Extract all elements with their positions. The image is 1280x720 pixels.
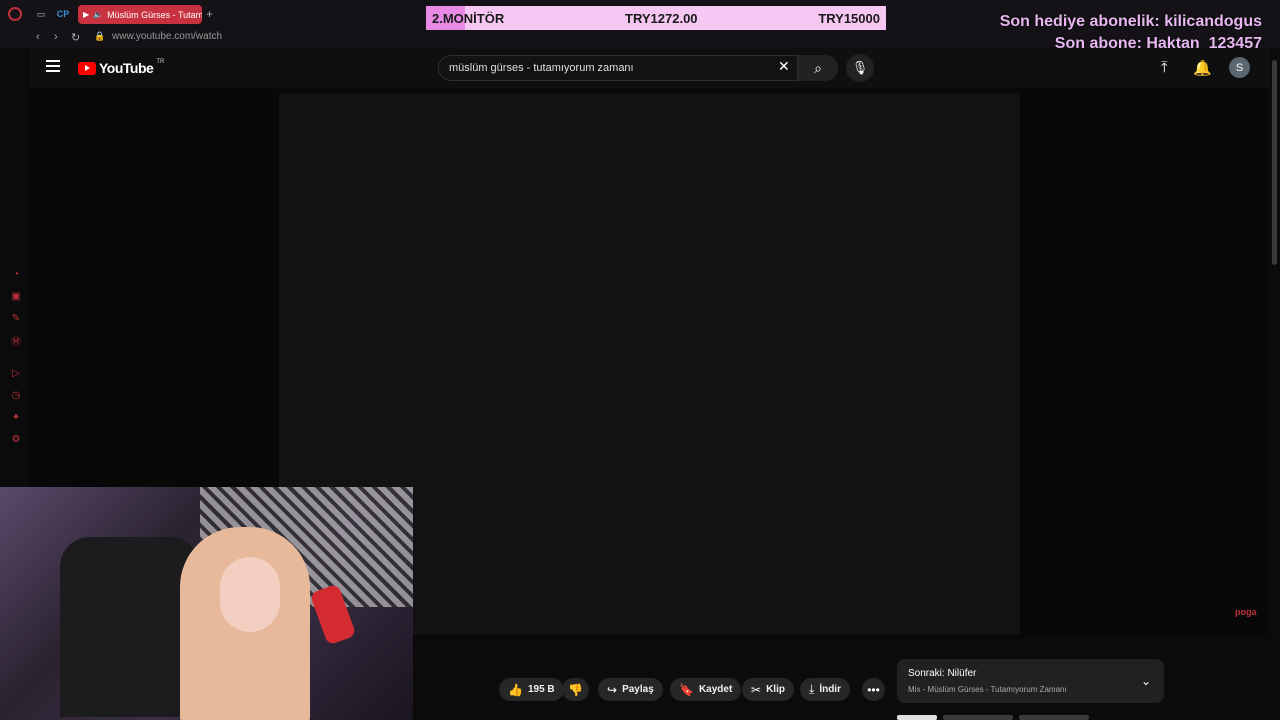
messenger-icon[interactable]: ◔ xyxy=(10,268,22,280)
streamer-face xyxy=(220,557,280,632)
country-code: TR xyxy=(156,59,165,65)
notifications-bell-icon[interactable]: 🔔 xyxy=(1193,59,1212,77)
url-field[interactable]: www.youtube.com/watch xyxy=(112,31,222,42)
thumbs-down-icon: 👎 xyxy=(568,682,583,697)
chip[interactable] xyxy=(1019,715,1089,720)
youtube-play-icon xyxy=(78,61,96,75)
youtube-wordmark: YouTube xyxy=(99,60,154,76)
goal-target-top: TRY15000 xyxy=(818,10,880,26)
dislike-button[interactable]: 👎 xyxy=(562,678,589,701)
search-button[interactable]: ⌕ xyxy=(798,55,838,81)
tabs-icon[interactable]: ▭ xyxy=(34,7,48,21)
like-count: 195 B xyxy=(527,684,555,695)
history-icon[interactable]: ◷ xyxy=(10,389,22,401)
more-actions-button[interactable]: ••• xyxy=(862,678,885,701)
menu-icon[interactable] xyxy=(46,60,60,75)
share-button[interactable]: ↪ Paylaş xyxy=(598,678,663,701)
save-label: Kaydet xyxy=(698,684,733,695)
gaming-chair xyxy=(60,537,200,717)
save-button[interactable]: 🔖 Kaydet xyxy=(670,678,742,701)
voice-search-button[interactable]: 🎙 xyxy=(846,54,874,82)
speaker-icon[interactable]: 🔈 xyxy=(93,10,103,19)
search-query: müslüm gürses - tutamıyorum zamanı xyxy=(449,62,634,74)
watermark-logo: poga xyxy=(1235,607,1257,617)
clip-button[interactable]: ✂ Klip xyxy=(742,678,794,701)
chevron-down-icon[interactable]: ⌄ xyxy=(1141,674,1151,688)
up-next-title: Sonraki: Nilüfer xyxy=(908,668,977,679)
share-label: Paylaş xyxy=(622,684,654,695)
microphone-icon: 🎙 xyxy=(851,60,869,75)
up-next-card[interactable] xyxy=(897,659,1164,703)
last-gift-sub-text: Son hediye abonelik: kilicandogus xyxy=(999,13,1262,30)
pinned-tab-icon[interactable]: CP xyxy=(56,7,70,21)
youtube-favicon-icon: ▶ xyxy=(83,10,90,19)
tab-title: Müslüm Gürses - Tutam xyxy=(107,9,202,20)
clear-search-icon[interactable]: ✕ xyxy=(778,58,790,75)
chip-active[interactable] xyxy=(897,715,937,720)
up-next-subtitle: Mix - Müslüm Gürses - Tutamıyorum Zamanı xyxy=(908,685,1067,694)
opera-logo-icon[interactable] xyxy=(8,7,22,21)
bag-icon[interactable]: ▣ xyxy=(10,290,22,302)
forward-icon[interactable]: › xyxy=(54,31,58,43)
clip-label: Klip xyxy=(766,684,785,695)
chip[interactable] xyxy=(943,715,1013,720)
goal-label-top: 2.MONİTÖR xyxy=(432,10,505,26)
goal-text-layer: 2.MONİTÖR TRY1272.00 TRY15000 xyxy=(426,6,886,30)
download-button[interactable]: ⤓ İndir xyxy=(800,678,850,701)
lock-icon: 🔒 xyxy=(94,31,106,41)
search-icon: ⌕ xyxy=(814,59,822,76)
share-icon: ↪ xyxy=(607,682,618,697)
extensions-icon[interactable]: ✦ xyxy=(10,411,22,423)
download-icon: ⤓ xyxy=(809,682,815,696)
avatar[interactable]: S xyxy=(1229,57,1250,78)
pen-icon[interactable]: ✎ xyxy=(10,312,22,324)
bookmark-icon: 🔖 xyxy=(679,682,694,697)
more-icon: ••• xyxy=(867,682,880,697)
active-browser-tab[interactable]: ▶ 🔈 Müslüm Gürses - Tutam xyxy=(78,5,202,24)
like-button[interactable]: 👍 195 B xyxy=(499,678,564,701)
webcam-feed xyxy=(0,487,413,720)
back-icon[interactable]: ‹ xyxy=(36,31,40,43)
search-input[interactable]: müslüm gürses - tutamıyorum zamanı xyxy=(438,55,798,81)
upload-icon[interactable]: ⤒ xyxy=(1161,59,1168,76)
scissors-icon: ✂ xyxy=(751,682,762,697)
page-scrollbar[interactable] xyxy=(1272,60,1277,265)
download-label: İndir xyxy=(819,684,841,695)
goal-current-top: TRY1272.00 xyxy=(625,10,698,26)
thumbs-up-icon: 👍 xyxy=(508,682,523,697)
player-icon[interactable]: ▷ xyxy=(10,367,22,379)
reload-icon[interactable]: ↻ xyxy=(71,31,80,44)
mail-icon[interactable]: Ⓜ xyxy=(10,334,22,348)
youtube-logo[interactable]: YouTube TR xyxy=(78,59,165,76)
new-tab-icon[interactable]: + xyxy=(206,7,213,21)
settings-icon[interactable]: ⚙ xyxy=(10,433,22,445)
